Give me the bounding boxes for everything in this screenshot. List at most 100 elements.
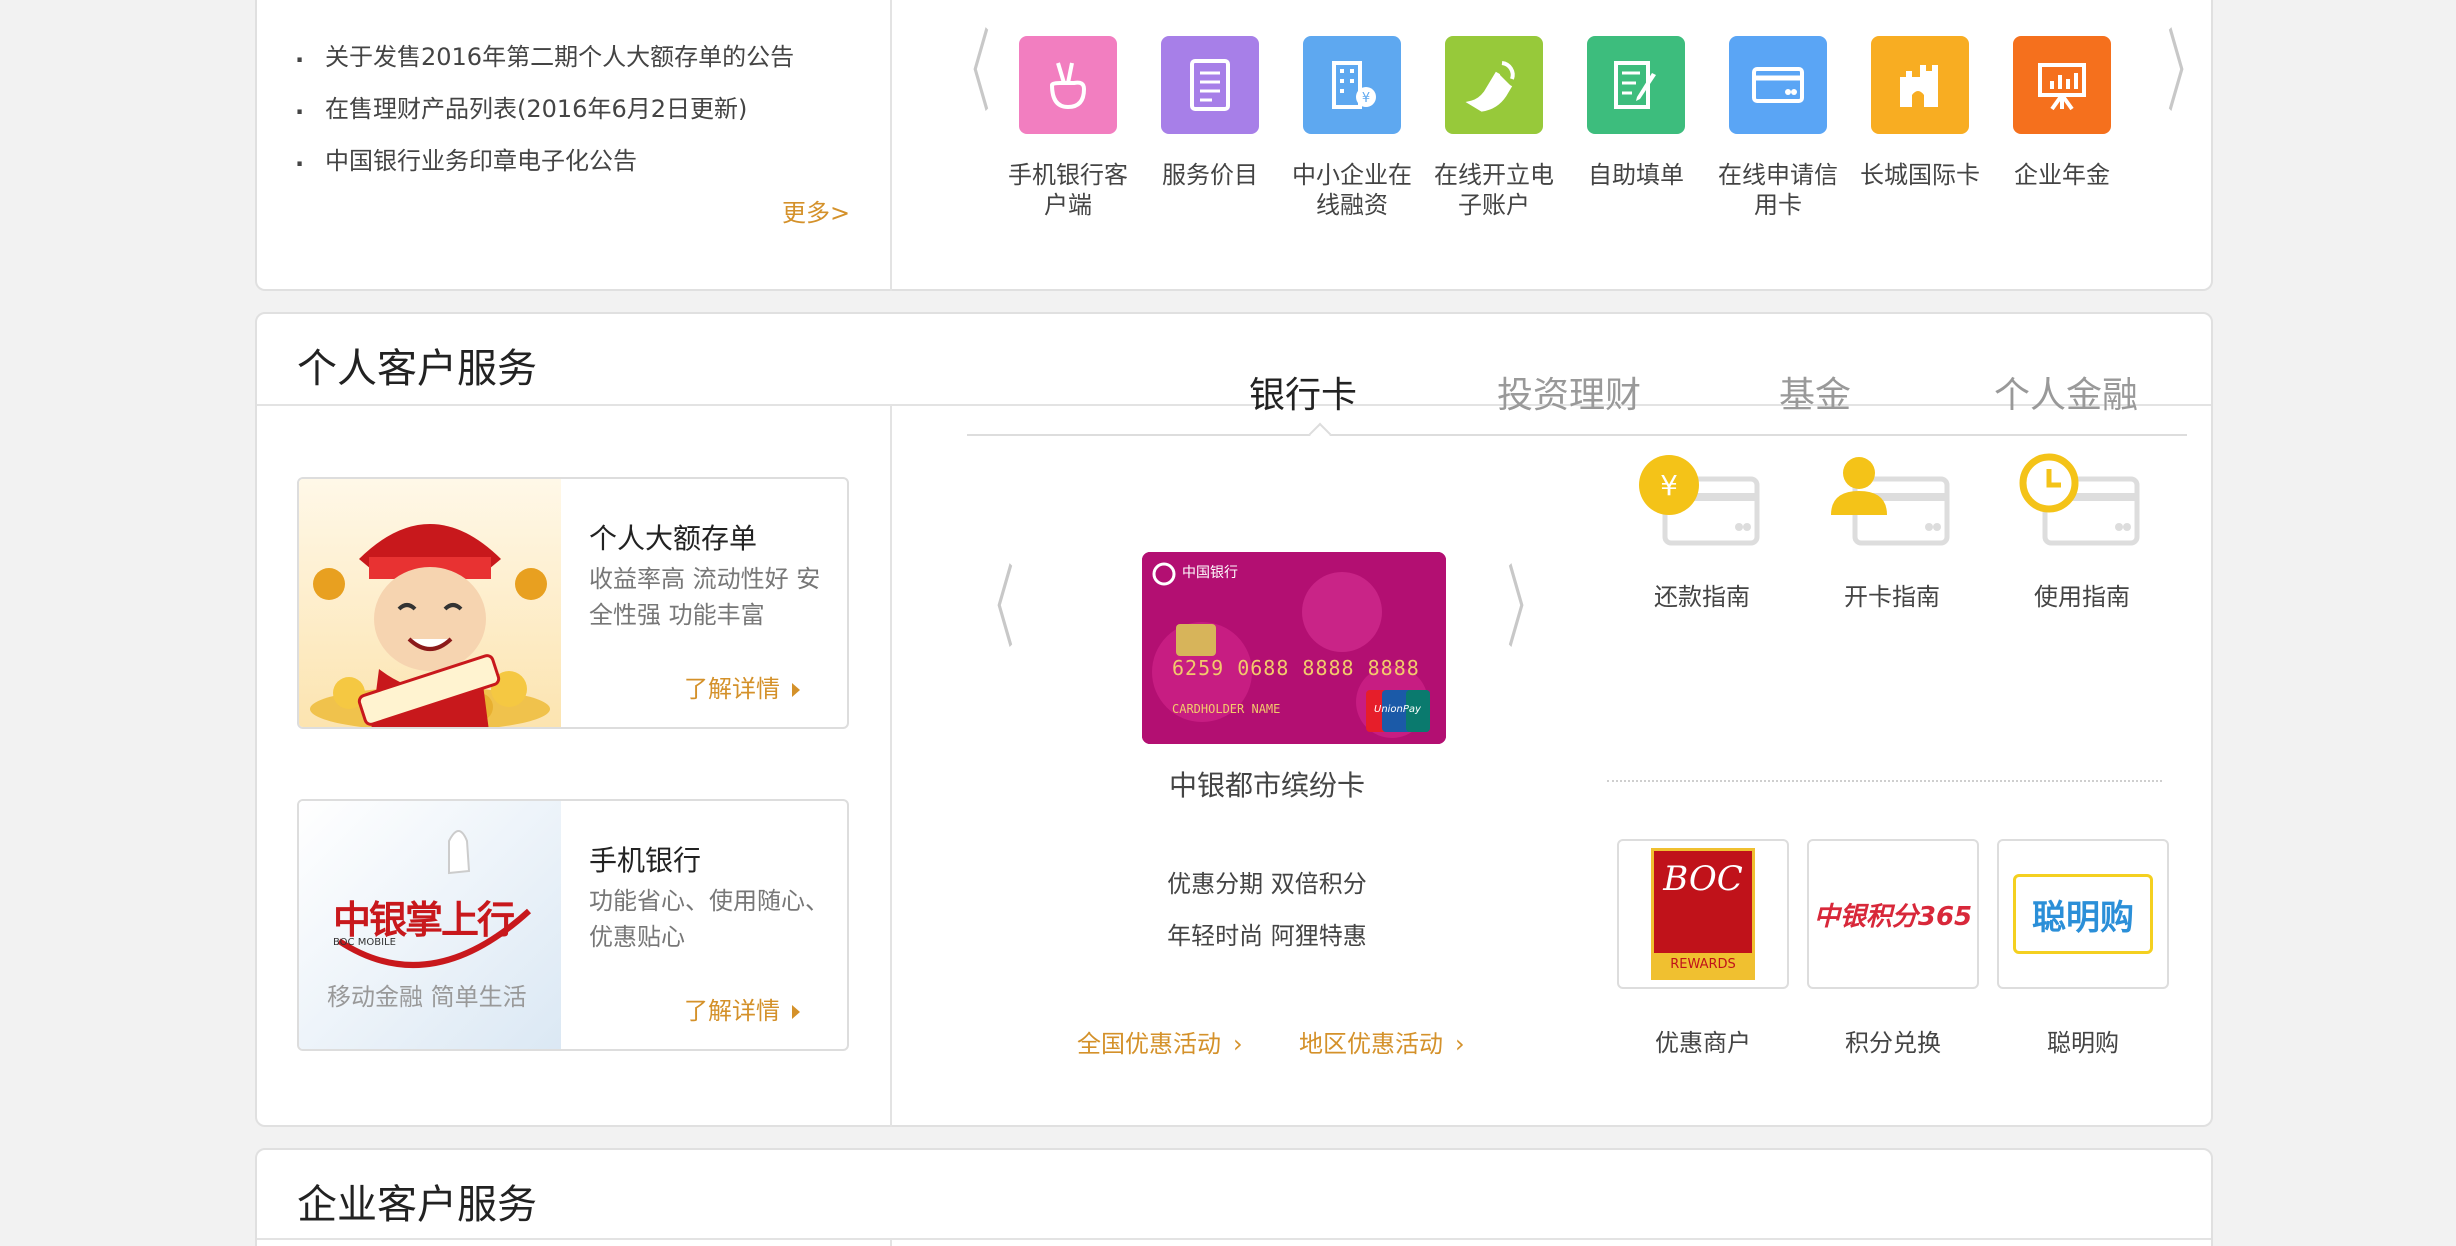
promo-card-mobile-banking[interactable]: 中银掌上行 BOC MOBILE 移动金融 简单生活 手机银行 功能省心、使用随… (297, 799, 849, 1051)
quick-nav-mobile-banking[interactable]: 手机银行客户端 (997, 36, 1139, 220)
quick-nav-service-price[interactable]: 服务价目 (1139, 36, 1281, 220)
chevron-right-icon: › (1455, 1030, 1465, 1058)
guide-open-card[interactable]: 开卡指南 (1797, 449, 1987, 612)
guides-divider (1607, 780, 2162, 782)
quick-nav-enterprise-annuity[interactable]: 企业年金 (1991, 36, 2133, 220)
tab-fund[interactable]: 基金 (1779, 366, 1851, 418)
hand-pointer-icon (1445, 36, 1543, 134)
tab-investment[interactable]: 投资理财 (1497, 366, 1641, 418)
national-promo-link[interactable]: 全国优惠活动 › (1077, 1024, 1243, 1059)
title-divider (257, 1238, 2211, 1240)
promo-card-deposit[interactable]: 个人大额存单 收益率高 流动性好 安全性强 功能丰富 了解详情 (297, 477, 849, 729)
smart-buy-logo-text: 聪明购 (2013, 874, 2153, 954)
quick-nav-self-fill[interactable]: 自助填单 (1565, 36, 1707, 220)
service-label: 积分兑换 (1845, 1029, 1941, 1057)
quick-nav-label: 服务价目 (1162, 161, 1258, 189)
tab-underline (967, 434, 2187, 436)
svg-text:¥: ¥ (1660, 469, 1678, 502)
smart-buy-logo: 聪明购 (1997, 839, 2169, 989)
card-feature: 优惠分期 双倍积分 (1167, 870, 1367, 898)
quick-nav-label: 手机银行客户端 (1008, 161, 1128, 219)
promo-title: 个人大额存单 (589, 522, 758, 555)
bullet-icon: . (295, 40, 305, 68)
prev-arrow-icon[interactable]: 〈 (950, 28, 991, 118)
fortune-god-image (299, 479, 561, 727)
notice-item[interactable]: . 在售理财产品列表(2016年6月2日更新) (295, 80, 794, 132)
service-points-exchange[interactable]: 中银积分365 积分兑换 (1807, 839, 1979, 1058)
promo-description: 功能省心、使用随心、优惠贴心 (589, 887, 829, 951)
quick-nav-label: 中小企业在线融资 (1292, 161, 1412, 219)
quick-nav-items: 手机银行客户端 服务价目 ¥ 中小企业在线融资 在线开立电子账户 自助填单 在线… (997, 36, 2133, 220)
service-label: 聪明购 (2047, 1029, 2119, 1057)
link-label: 全国优惠活动 (1077, 1030, 1221, 1058)
person-card-icon (1831, 457, 1950, 546)
boc-rewards-logo: BOC REWARDS (1617, 839, 1789, 989)
learn-more-link[interactable]: 了解详情 (684, 991, 800, 1026)
card-bank-name: 中国银行 (1182, 565, 1238, 581)
guide-usage[interactable]: 使用指南 (1987, 449, 2177, 612)
regional-promo-link[interactable]: 地区优惠活动 › (1299, 1024, 1465, 1059)
service-merchant-offers[interactable]: BOC REWARDS 优惠商户 (1617, 839, 1789, 1058)
notice-list: . 关于发售2016年第二期个人大额存单的公告 . 在售理财产品列表(2016年6月… (295, 28, 794, 184)
learn-more-label: 了解详情 (684, 675, 780, 703)
document-list-icon (1161, 36, 1259, 134)
next-arrow-icon[interactable]: 〉 (1507, 564, 1548, 654)
section-title: 个人客户服务 (297, 346, 537, 392)
more-link[interactable]: 更多> (782, 193, 850, 228)
panel-divider (890, 0, 892, 291)
learn-more-link[interactable]: 了解详情 (684, 669, 800, 704)
corporate-services-panel: 企业客户服务 (255, 1148, 2213, 1246)
unionpay-logo: UnionPay (1374, 704, 1421, 715)
panel-divider (890, 1240, 892, 1246)
tab-bank-card[interactable]: 银行卡 (1249, 366, 1357, 418)
announcement-panel: . 关于发售2016年第二期个人大额存单的公告 . 在售理财产品列表(2016年6月… (255, 0, 2213, 291)
rewards-logo-text: REWARDS (1654, 953, 1752, 977)
notice-item[interactable]: . 中国银行业务印章电子化公告 (295, 132, 794, 184)
points-365-logo: 中银积分365 (1807, 839, 1979, 989)
yen-card-icon: ¥ (1639, 455, 1760, 546)
form-edit-icon (1587, 36, 1685, 134)
next-arrow-icon[interactable]: 〉 (2167, 28, 2208, 118)
quick-nav-online-account[interactable]: 在线开立电子账户 (1423, 36, 1565, 220)
notice-text[interactable]: 在售理财产品列表(2016年6月2日更新) (325, 89, 747, 124)
building-yen-icon: ¥ (1303, 36, 1401, 134)
notice-text[interactable]: 关于发售2016年第二期个人大额存单的公告 (325, 37, 794, 72)
panel-divider (890, 406, 892, 1127)
promo-description: 收益率高 流动性好 安全性强 功能丰富 (589, 565, 821, 629)
quick-nav-label: 企业年金 (2014, 161, 2110, 189)
prev-arrow-icon[interactable]: 〈 (974, 564, 1015, 654)
credit-card-icon (1729, 36, 1827, 134)
triangle-right-icon (792, 1005, 800, 1019)
quick-nav-sme-finance[interactable]: ¥ 中小企业在线融资 (1281, 36, 1423, 220)
service-smart-buy[interactable]: 聪明购 聪明购 (1997, 839, 2169, 1058)
credit-card-image[interactable]: 中国银行 6259 0688 8888 8888 CARDHOLDER NAME… (1142, 552, 1446, 744)
boc-mobile-sub-text: BOC MOBILE (333, 937, 396, 948)
triangle-right-icon (792, 683, 800, 697)
notice-text[interactable]: 中国银行业务印章电子化公告 (325, 141, 637, 176)
clock-card-icon (2019, 453, 2140, 546)
quick-nav-label: 长城国际卡 (1860, 161, 1980, 189)
promo-title: 手机银行 (589, 844, 702, 877)
card-holder: CARDHOLDER NAME (1172, 702, 1281, 716)
points-logo-text: 中银积分365 (1813, 901, 1973, 932)
quick-nav-label: 自助填单 (1588, 161, 1684, 189)
notice-item[interactable]: . 关于发售2016年第二期个人大额存单的公告 (295, 28, 794, 80)
great-wall-icon (1871, 36, 1969, 134)
guide-repayment[interactable]: ¥ 还款指南 (1607, 449, 1797, 612)
card-number: 6259 0688 8888 8888 (1172, 656, 1420, 680)
thumbs-up-icon (1019, 36, 1117, 134)
quick-nav-label: 在线申请信用卡 (1718, 161, 1838, 219)
learn-more-label: 了解详情 (684, 997, 780, 1025)
section-title: 企业客户服务 (297, 1182, 537, 1228)
quick-nav-great-wall-card[interactable]: 长城国际卡 (1849, 36, 1991, 220)
boc-mobile-slogan: 移动金融 简单生活 (327, 983, 527, 1011)
bullet-icon: . (295, 144, 305, 172)
active-tab-caret-icon (1308, 422, 1332, 446)
bullet-icon: . (295, 92, 305, 120)
card-feature: 年轻时尚 阿狸特惠 (1167, 922, 1367, 950)
tab-personal-finance[interactable]: 个人金融 (1994, 366, 2138, 418)
card-name[interactable]: 中银都市缤纷卡 (957, 764, 1577, 804)
guide-label: 还款指南 (1654, 583, 1750, 611)
quick-nav-label: 在线开立电子账户 (1434, 161, 1554, 219)
quick-nav-credit-card-apply[interactable]: 在线申请信用卡 (1707, 36, 1849, 220)
